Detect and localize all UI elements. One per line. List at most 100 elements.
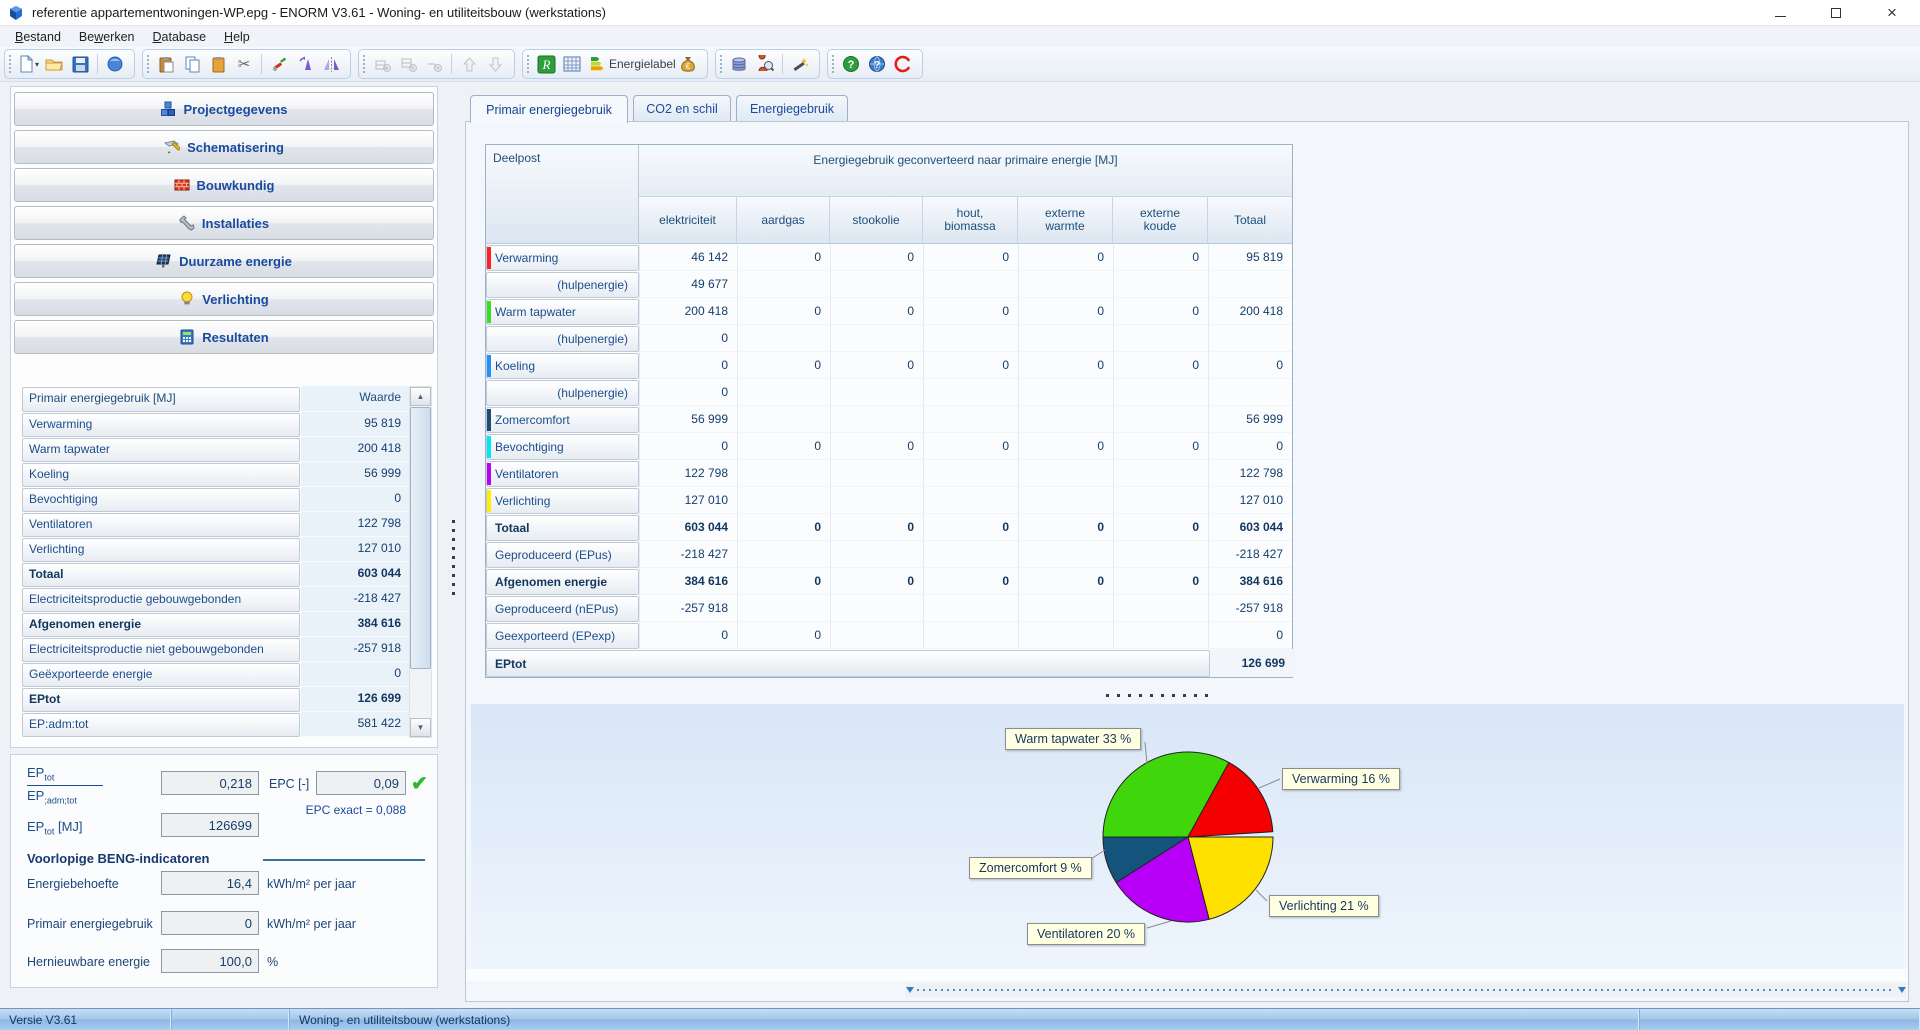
clipboard-button[interactable] — [206, 52, 230, 76]
cut-button[interactable]: ✂ — [232, 52, 256, 76]
table-row[interactable]: Totaal603 044 — [22, 562, 432, 587]
table-row[interactable]: Ventilatoren122 798 — [22, 512, 432, 537]
move-up-button[interactable] — [457, 52, 481, 76]
add-item-button[interactable] — [422, 52, 446, 76]
table-row[interactable]: EPtot126 699 — [22, 687, 432, 712]
scrollbar-thumb[interactable] — [410, 407, 431, 669]
online-help-button[interactable]: ? — [865, 52, 889, 76]
table-row[interactable]: Totaal603 04400000603 044 — [486, 514, 1292, 541]
menu-help[interactable]: Help — [215, 28, 259, 46]
hernieuwbare-energie-field[interactable]: 100,0 — [161, 949, 259, 973]
summary-table-scrollbar[interactable]: ▲ ▼ — [409, 386, 432, 738]
table-row[interactable]: Bevochtiging0000000 — [486, 433, 1292, 460]
close-button[interactable]: × — [1864, 0, 1920, 26]
table-row[interactable]: EP:adm:tot581 422 — [22, 712, 432, 737]
main-table-footer-row[interactable]: EPtot 126 699 — [486, 649, 1292, 677]
table-row[interactable]: Ventilatoren122 798122 798 — [486, 460, 1292, 487]
table-row[interactable]: Warm tapwater200 41800000200 418 — [486, 298, 1292, 325]
tab-energiegebruik[interactable]: Energiegebruik — [736, 95, 848, 122]
table-row[interactable]: (hulpenergie)49 677 — [486, 271, 1292, 298]
table-row[interactable]: (hulpenergie)0 — [486, 379, 1292, 406]
table-row[interactable]: Bevochtiging0 — [22, 487, 432, 512]
insert-row-below-button[interactable] — [396, 52, 420, 76]
sidebar-item-bouwkundig[interactable]: Bouwkundig — [14, 168, 434, 202]
toolbar-group-rows — [358, 49, 515, 79]
new-document-button[interactable]: ▾ — [16, 52, 40, 76]
row-label: Totaal — [22, 563, 300, 587]
sidebar-item-installaties[interactable]: Installaties — [14, 206, 434, 240]
vertical-splitter[interactable] — [447, 82, 460, 1008]
tab-primair-energiegebruik[interactable]: Primair energiegebruik — [470, 95, 628, 123]
table-cell: 0 — [923, 433, 1018, 460]
update-button[interactable] — [891, 52, 915, 76]
sidebar-item-verlichting[interactable]: Verlichting — [14, 282, 434, 316]
horizontal-splitter[interactable] — [1106, 693, 1216, 699]
eptot-mj-field[interactable]: 126699 — [161, 813, 259, 837]
paste-button[interactable] — [154, 52, 178, 76]
table-cell — [1113, 487, 1208, 514]
table-row[interactable]: Electriciteitsproductie gebouwgebonden-2… — [22, 587, 432, 612]
table-row[interactable]: Verlichting127 010127 010 — [486, 487, 1292, 514]
row-label: Verwarming — [22, 413, 300, 437]
ratio-field[interactable]: 0,218 — [161, 771, 259, 795]
sidebar-item-schematisering[interactable]: Schematisering — [14, 130, 434, 164]
print-button[interactable] — [103, 52, 127, 76]
table-cell — [830, 487, 923, 514]
row-label: Electriciteitsproductie niet gebouwgebon… — [22, 638, 300, 662]
sidebar-item-duurzame-energie[interactable]: Duurzame energie — [14, 244, 434, 278]
epc-field[interactable]: 0,09 — [316, 771, 406, 795]
status-bar: Versie V3.61 Woning- en utiliteitsbouw (… — [0, 1008, 1920, 1030]
tools-button[interactable] — [267, 52, 291, 76]
search-button[interactable] — [753, 52, 777, 76]
tab-co2-en-schil[interactable]: CO2 en schil — [633, 95, 731, 122]
row-label: Warm tapwater — [22, 438, 300, 462]
row-label: Geproduceerd (EPus) — [486, 542, 639, 568]
help-button[interactable]: ? — [839, 52, 863, 76]
open-file-button[interactable] — [42, 52, 66, 76]
table-row[interactable]: Warm tapwater200 418 — [22, 437, 432, 462]
copy-button[interactable] — [180, 52, 204, 76]
table-row[interactable]: Verwarming46 1420000095 819 — [486, 244, 1292, 271]
calculate-button[interactable]: R — [534, 52, 558, 76]
table-row[interactable]: Geproduceerd (EPus)-218 427-218 427 — [486, 541, 1292, 568]
table-row[interactable]: Koeling0000000 — [486, 352, 1292, 379]
menu-bewerken[interactable]: Bewerken — [70, 28, 144, 46]
scroll-down-button[interactable]: ▼ — [410, 718, 431, 737]
table-row[interactable]: Verwarming95 819 — [22, 412, 432, 437]
table-cell: 384 616 — [639, 568, 737, 595]
table-cell: 0 — [737, 514, 830, 541]
energiebehoefte-field[interactable]: 16,4 — [161, 871, 259, 895]
table-cell — [830, 379, 923, 406]
menu-bestand[interactable]: Bestand — [6, 28, 70, 46]
table-row[interactable]: Afgenomen energie384 616 — [22, 612, 432, 637]
table-row[interactable]: Geëxporteerde energie0 — [22, 662, 432, 687]
table-row[interactable]: Koeling56 999 — [22, 462, 432, 487]
scroll-up-button[interactable]: ▲ — [410, 387, 431, 406]
bottom-strip — [466, 969, 1908, 981]
insert-row-above-button[interactable] — [370, 52, 394, 76]
table-row[interactable]: (hulpenergie)0 — [486, 325, 1292, 352]
table-cell: 0 — [737, 298, 830, 325]
collapse-splitter[interactable] — [906, 983, 1906, 997]
mirror-button[interactable] — [319, 52, 343, 76]
maximize-button[interactable] — [1808, 0, 1864, 26]
table-grid-button[interactable] — [560, 52, 584, 76]
sidebar-item-projectgegevens[interactable]: Projectgegevens — [14, 92, 434, 126]
sidebar-item-resultaten[interactable]: Resultaten — [14, 320, 434, 354]
table-row[interactable]: Zomercomfort56 99956 999 — [486, 406, 1292, 433]
table-row[interactable]: Geproduceerd (nEPus)-257 918-257 918 — [486, 595, 1292, 622]
save-button[interactable] — [68, 52, 92, 76]
primair-energiegebruik-field[interactable]: 0 — [161, 911, 259, 935]
table-row[interactable]: Electriciteitsproductie niet gebouwgebon… — [22, 637, 432, 662]
rotate-button[interactable] — [293, 52, 317, 76]
table-row[interactable]: Afgenomen energie384 61600000384 616 — [486, 568, 1292, 595]
database-button[interactable] — [727, 52, 751, 76]
minimize-button[interactable] — [1752, 0, 1808, 26]
move-down-button[interactable] — [483, 52, 507, 76]
menu-database[interactable]: Database — [144, 28, 216, 46]
table-row[interactable]: Geexporteerd (EPexp)000 — [486, 622, 1292, 649]
energielabel-button[interactable]: Energielabel € — [586, 52, 700, 76]
wizard-button[interactable] — [788, 52, 812, 76]
table-row[interactable]: Verlichting127 010 — [22, 537, 432, 562]
beng-row-unit: kWh/m² per jaar — [267, 917, 356, 931]
